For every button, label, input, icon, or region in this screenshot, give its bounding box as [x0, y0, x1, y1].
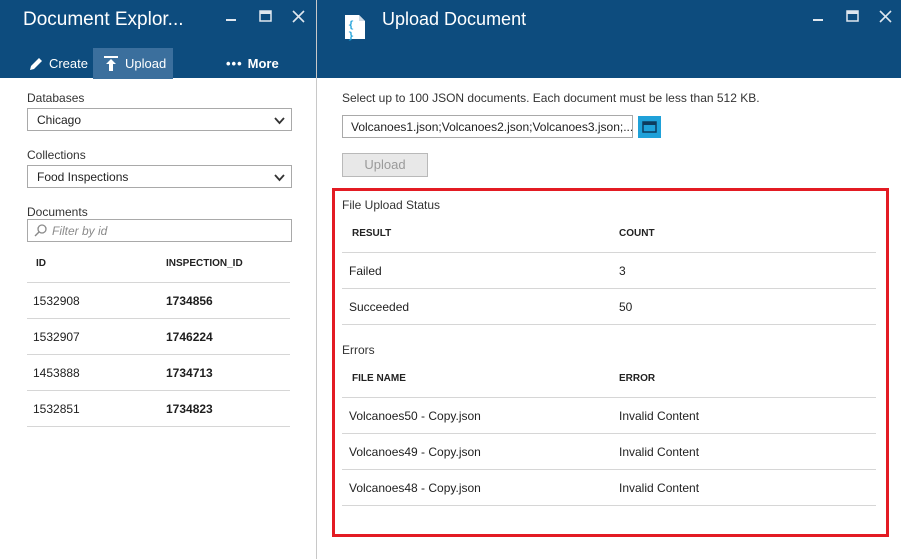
maximize-icon[interactable] [846, 10, 859, 28]
column-header-count: COUNT [619, 228, 655, 239]
divider [27, 318, 290, 319]
create-label: Create [48, 56, 88, 71]
result-cell: Failed [349, 264, 382, 278]
file-upload-status-title: File Upload Status [342, 198, 441, 212]
blade-header: Document Explor... Create Upload ••• Mor… [0, 0, 316, 79]
upload-icon [104, 55, 120, 72]
document-id: 1532907 [33, 330, 80, 344]
file-name-cell: Volcanoes50 - Copy.json [349, 409, 481, 423]
databases-value: Chicago [37, 113, 82, 127]
divider [27, 354, 290, 355]
blade-title: Document Explor... [23, 9, 184, 30]
count-cell: 50 [619, 300, 633, 314]
divider [342, 433, 876, 434]
divider [342, 505, 876, 506]
create-command[interactable]: Create [28, 48, 88, 79]
inspection-id: 1746224 [166, 330, 213, 344]
more-command[interactable]: ••• More [226, 48, 286, 79]
search-icon [34, 224, 47, 240]
inspection-id: 1734823 [166, 402, 213, 416]
upload-label: Upload [125, 56, 167, 71]
divider [342, 288, 876, 289]
document-id: 1532851 [33, 402, 80, 416]
pencil-icon [28, 56, 45, 72]
filter-input[interactable]: Filter by id [27, 219, 292, 242]
close-icon[interactable] [292, 10, 305, 28]
divider [342, 252, 876, 253]
document-explorer-blade: Document Explor... Create Upload ••• Mor… [0, 0, 316, 559]
close-icon[interactable] [879, 10, 892, 28]
document-id: 1532908 [33, 294, 80, 308]
column-header-error: ERROR [619, 373, 656, 384]
more-label: More [247, 56, 279, 71]
column-header-result: RESULT [352, 228, 392, 239]
collections-label: Collections [27, 148, 86, 162]
chevron-down-icon [274, 114, 285, 125]
minimize-icon[interactable] [812, 10, 824, 28]
error-cell: Invalid Content [619, 409, 700, 423]
upload-document-blade: { } Upload Document Select up to 100 JSO… [317, 0, 901, 559]
file-name-cell: Volcanoes49 - Copy.json [349, 445, 481, 459]
documents-label: Documents [27, 205, 88, 219]
json-document-icon: { } [344, 14, 366, 42]
filter-placeholder: Filter by id [52, 224, 108, 238]
file-name-cell: Volcanoes48 - Copy.json [349, 481, 481, 495]
column-header-file-name: FILE NAME [352, 373, 406, 384]
collections-select[interactable]: Food Inspections [27, 165, 292, 188]
folder-icon [642, 120, 657, 139]
inspection-id: 1734713 [166, 366, 213, 380]
browse-button[interactable] [638, 116, 661, 138]
minimize-icon[interactable] [225, 10, 237, 28]
collections-value: Food Inspections [37, 170, 129, 184]
ellipsis-icon: ••• [226, 56, 243, 71]
divider [342, 469, 876, 470]
document-id: 1453888 [33, 366, 80, 380]
divider [27, 390, 290, 391]
errors-title: Errors [342, 343, 375, 357]
divider [342, 324, 876, 325]
chevron-down-icon [274, 171, 285, 182]
count-cell: 3 [619, 264, 626, 278]
column-header-id[interactable]: ID [36, 258, 46, 269]
blade-header: { } Upload Document [317, 0, 901, 78]
maximize-icon[interactable] [259, 10, 272, 28]
json-glyph: { } [348, 20, 355, 42]
divider [27, 282, 290, 283]
error-cell: Invalid Content [619, 481, 700, 495]
inspection-id: 1734856 [166, 294, 213, 308]
databases-select[interactable]: Chicago [27, 108, 292, 131]
file-path-input[interactable]: Volcanoes1.json;Volcanoes2.json;Volcanoe… [342, 115, 633, 138]
databases-label: Databases [27, 91, 85, 105]
error-cell: Invalid Content [619, 445, 700, 459]
upload-instructions: Select up to 100 JSON documents. Each do… [342, 91, 760, 105]
divider [27, 426, 290, 427]
upload-button[interactable]: Upload [342, 153, 428, 177]
result-cell: Succeeded [349, 300, 410, 314]
blade-title: Upload Document [382, 9, 527, 29]
divider [342, 397, 876, 398]
upload-command[interactable]: Upload [93, 48, 173, 79]
column-header-inspection-id[interactable]: INSPECTION_ID [166, 258, 243, 269]
